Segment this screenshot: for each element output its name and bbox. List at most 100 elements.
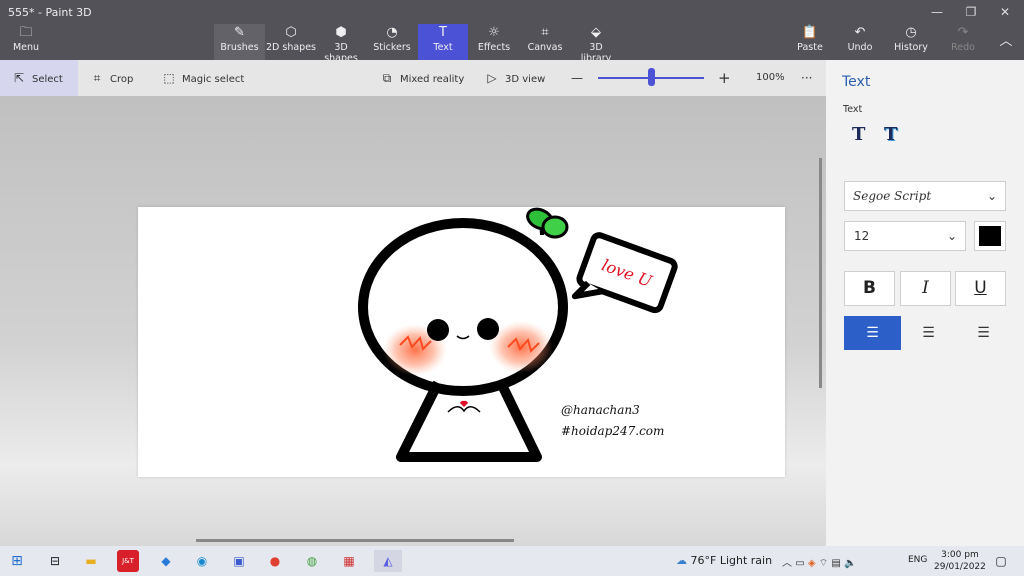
panel-subtitle: Text <box>843 104 863 115</box>
tool-effects[interactable]: ☼ Effects <box>472 24 516 60</box>
select-button[interactable]: ⇱ Select <box>0 60 78 96</box>
text-color-button[interactable] <box>974 221 1006 251</box>
zoom-out-button[interactable]: — <box>571 60 583 96</box>
3d-view-icon: ▷ <box>487 71 497 85</box>
library-icon: ⬙ <box>591 25 601 40</box>
tool-3d-shapes[interactable]: ⬢ 3D shapes <box>318 24 364 64</box>
align-left-icon: ☰ <box>866 325 879 341</box>
sun-icon: ☼ <box>488 25 500 40</box>
history-icon: ◷ <box>905 25 917 40</box>
tool-3d-library[interactable]: ⬙ 3D library <box>574 24 618 64</box>
chevron-down-icon: ⌄ <box>986 189 997 203</box>
app-tray-icon: ◈ <box>807 558 816 569</box>
3d-view-button[interactable]: ▷ 3D view <box>485 60 545 96</box>
crop-icon: ⌗ <box>93 71 101 85</box>
taskbar-app-paint3d[interactable]: ◭ <box>374 550 402 572</box>
more-options-button[interactable]: ··· <box>801 60 812 96</box>
brush-icon: ✎ <box>234 25 245 40</box>
collapse-ribbon-button[interactable]: ︿ <box>994 24 1018 60</box>
text-2d-icon[interactable]: T <box>852 124 865 145</box>
heart-icon <box>460 400 468 407</box>
redo-icon: ↷ <box>957 25 969 40</box>
tool-stickers[interactable]: ◔ Stickers <box>370 24 414 60</box>
bold-button[interactable]: B <box>844 271 895 306</box>
paste-button[interactable]: 📋 Paste <box>794 24 826 60</box>
language-indicator[interactable]: ENG <box>908 555 927 565</box>
taskbar-app-edge[interactable]: ◉ <box>191 550 213 572</box>
vertical-scrollbar[interactable] <box>819 158 822 388</box>
crop-button[interactable]: ⌗ Crop <box>90 60 134 96</box>
font-family-select[interactable]: Segoe Script ⌄ <box>844 181 1006 211</box>
clock[interactable]: 3:00 pm 29/01/2022 <box>934 549 986 573</box>
taskbar-app-blue[interactable]: ◆ <box>155 550 177 572</box>
mixed-reality-icon: ⧉ <box>382 71 392 85</box>
undo-button[interactable]: ↶ Undo <box>844 24 876 60</box>
underline-button[interactable]: U <box>955 271 1006 306</box>
cloud-icon: ☁ <box>676 554 687 567</box>
cursor-icon: ⇱ <box>13 71 25 85</box>
artwork: love U @hanachan3 #hoidap247.com <box>358 207 678 462</box>
taskbar-app-task-view[interactable]: ⊟ <box>44 550 66 572</box>
notification-icon[interactable]: ▢ <box>990 550 1012 572</box>
align-center-icon: ☰ <box>922 325 935 341</box>
zoom-in-button[interactable]: + <box>718 60 731 96</box>
caption-handle: @hanachan3 <box>561 403 640 417</box>
undo-icon: ↶ <box>854 25 866 40</box>
maximize-button[interactable]: ❐ <box>956 2 986 22</box>
taskbar-app-red[interactable]: ▦ <box>338 550 360 572</box>
clipboard-icon: 📋 <box>801 25 819 40</box>
tool-brushes[interactable]: ✎ Brushes <box>214 24 265 60</box>
canvas-icon: ⌗ <box>541 25 549 40</box>
taskbar-app-chrome[interactable]: ● <box>264 550 286 572</box>
menu-button[interactable]: 🗀 Menu <box>6 24 46 60</box>
text-3d-icon[interactable]: T <box>884 124 897 145</box>
redo-button[interactable]: ↷ Redo <box>948 24 978 60</box>
speech-bubble: love U <box>571 232 678 314</box>
magic-select-button[interactable]: ⬚ Magic select <box>162 60 244 96</box>
taskbar-app-file-explorer[interactable]: ▬ <box>80 550 102 572</box>
close-button[interactable]: ✕ <box>990 2 1020 22</box>
chevron-up-icon: ︿ <box>782 558 792 569</box>
volume-icon: 🔈 <box>843 558 857 569</box>
2d-shapes-icon: ⬡ <box>285 25 297 40</box>
font-size-select[interactable]: 12 ⌄ <box>844 221 966 251</box>
weather-widget[interactable]: ☁ 76°F Light rain <box>676 554 772 567</box>
mixed-reality-button[interactable]: ⧉ Mixed reality <box>380 60 465 96</box>
minimize-button[interactable]: — <box>922 2 952 22</box>
align-right-icon: ☰ <box>977 325 990 341</box>
italic-button[interactable]: I <box>900 271 951 306</box>
tool-2d-shapes[interactable]: ⬡ 2D shapes <box>266 24 316 60</box>
right-eye <box>477 318 499 340</box>
align-center-button[interactable]: ☰ <box>900 316 957 350</box>
align-left-button[interactable]: ☰ <box>844 316 901 350</box>
network-icon: ▤ <box>831 558 841 569</box>
horizontal-scrollbar[interactable] <box>196 539 514 542</box>
color-swatch <box>979 226 1001 246</box>
left-eye <box>427 319 449 341</box>
ribbon: 555* - Paint 3D — ❐ ✕ 🗀 Menu ✎ Brushes ⬡… <box>0 0 1024 64</box>
taskbar: ⊞ ⊟ ▬ J&T ◆ ◉ ▣ ● ◍ ▦ ◭ ☁ 76°F Light rai… <box>0 546 1024 576</box>
zoom-slider-thumb[interactable] <box>647 68 655 86</box>
windows-start-icon[interactable]: ⊞ <box>6 550 28 572</box>
folder-icon: 🗀 <box>19 25 33 40</box>
taskbar-app-jnt[interactable]: J&T <box>117 550 139 572</box>
tool-text[interactable]: T Text <box>418 24 468 60</box>
system-tray[interactable]: ︿ ▭ ◈ ⌔ ▤ 🔈 <box>782 554 856 570</box>
text-panel: Text Text T T Segoe Script ⌄ 12 ⌄ B I U … <box>826 60 1024 546</box>
sprout-leaf <box>541 215 569 239</box>
tool-canvas[interactable]: ⌗ Canvas <box>523 24 567 60</box>
zoom-level[interactable]: 100% <box>756 60 785 96</box>
panel-title: Text <box>842 74 871 90</box>
sticker-icon: ◔ <box>386 25 398 40</box>
chevron-down-icon: ⌄ <box>946 229 957 243</box>
window-title: 555* - Paint 3D <box>8 6 92 19</box>
chest-mark <box>447 406 481 413</box>
drawing-canvas[interactable]: love U @hanachan3 #hoidap247.com <box>138 207 785 477</box>
history-button[interactable]: ◷ History <box>894 24 928 60</box>
chevron-up-icon: ︿ <box>999 34 1013 49</box>
wifi-icon: ⌔ <box>818 558 829 569</box>
align-right-button[interactable]: ☰ <box>955 316 1012 350</box>
taskbar-app-store[interactable]: ▣ <box>228 550 250 572</box>
cube-icon: ⬢ <box>335 25 347 40</box>
taskbar-app-green[interactable]: ◍ <box>301 550 323 572</box>
